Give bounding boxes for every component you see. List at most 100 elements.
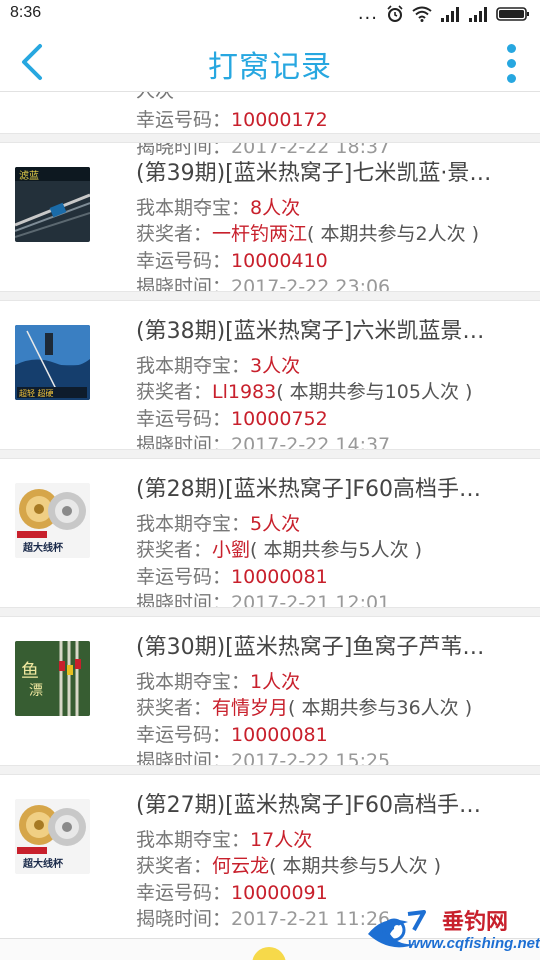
participation-value: 17人次	[250, 829, 313, 851]
divider	[0, 607, 540, 617]
participation-row: 我本期夺宝：1人次	[136, 667, 300, 694]
signal-icon-2	[469, 7, 487, 22]
item-title: (第28期)[蓝米热窝子]F60高档手…	[136, 477, 481, 502]
item-title: (第27期)[蓝米热窝子]F60高档手…	[136, 793, 481, 818]
lucky-row: 幸运号码：10000752	[136, 404, 328, 431]
participation-value: 5人次	[250, 513, 301, 535]
winner-label: 获奖者：	[136, 855, 213, 877]
winner-value: 何云龙	[212, 855, 270, 877]
lucky-row: 幸运号码：10000091	[136, 878, 328, 905]
lucky-value: 10000410	[231, 250, 328, 272]
list-item-partial[interactable]: 人次 幸运号码：10000172 揭晓时间：2017-2-22 18:37	[0, 92, 540, 158]
winner-row: 获奖者：Ll1983( 本期共参与105人次 )	[136, 377, 472, 404]
winner-note: ( 本期共参与5人次 )	[250, 539, 423, 561]
status-bar: 8:36 ...	[0, 0, 540, 30]
lucky-label: 幸运号码：	[136, 250, 232, 272]
status-time: 8:36	[10, 4, 42, 21]
more-dot-2	[506, 59, 516, 68]
item-title: (第30期)[蓝米热窝子]鱼窝子芦苇…	[136, 635, 485, 660]
product-thumbnail: 鱼 漂	[15, 641, 90, 716]
participation-row: 我本期夺宝：17人次	[136, 825, 312, 852]
item-title: (第39期)[蓝米热窝子]七米凯蓝·景…	[136, 161, 492, 186]
list-item[interactable]: 超大线杯 (第27期)[蓝米热窝子]F60高档手… 我本期夺宝：17人次 获奖者…	[0, 775, 540, 930]
svg-text:滤蓝: 滤蓝	[19, 169, 39, 182]
list-item[interactable]: 超大线杯 (第28期)[蓝米热窝子]F60高档手… 我本期夺宝：5人次 获奖者：…	[0, 459, 540, 614]
signal-icon	[441, 7, 459, 22]
svg-text:超轻 超硬: 超轻 超硬	[19, 388, 54, 398]
winner-label: 获奖者：	[136, 381, 213, 403]
divider	[0, 765, 540, 775]
partial-fragment: 人次	[136, 92, 174, 103]
winner-label: 获奖者：	[136, 697, 213, 719]
participation-label: 我本期夺宝：	[136, 513, 251, 535]
product-thumbnail: 超轻 超硬	[15, 325, 90, 400]
lucky-label: 幸运号码：	[136, 882, 232, 904]
participation-value: 8人次	[250, 197, 301, 219]
winner-value: 一杆钓两江	[212, 223, 308, 245]
list-item[interactable]: 鱼 漂 (第30期)[蓝米热窝子]鱼窝子芦苇… 我本期夺宝：1人次 获奖者：有情…	[0, 617, 540, 772]
lucky-value: 10000752	[231, 408, 328, 430]
winner-label: 获奖者：	[136, 223, 213, 245]
winner-value: 有情岁月	[212, 697, 289, 719]
participation-row: 我本期夺宝：5人次	[136, 509, 300, 536]
winner-row: 获奖者：何云龙( 本期共参与5人次 )	[136, 851, 441, 878]
watermark-brand: 垂钓网	[442, 910, 509, 935]
page-title: 打窝记录	[208, 50, 332, 85]
product-thumbnail: 超大线杯	[15, 799, 90, 874]
participation-label: 我本期夺宝：	[136, 671, 251, 693]
thumb-caption: 超大线杯	[22, 857, 64, 870]
more-options-button[interactable]	[504, 44, 518, 84]
divider	[0, 133, 540, 143]
divider	[0, 449, 540, 459]
lucky-row: 幸运号码：10000081	[136, 720, 328, 747]
lucky-value: 10000081	[231, 724, 328, 746]
watermark-url: www.cqfishing.net	[408, 935, 540, 952]
winner-row: 获奖者：有情岁月( 本期共参与36人次 )	[136, 693, 472, 720]
participation-label: 我本期夺宝：	[136, 829, 251, 851]
thumb-caption: 超大线杯	[22, 541, 64, 554]
product-thumbnail: 超大线杯	[15, 483, 90, 558]
record-list[interactable]: 人次 幸运号码：10000172 揭晓时间：2017-2-22 18:37 滤蓝…	[0, 92, 540, 960]
lucky-label: 幸运号码：	[136, 109, 232, 131]
lucky-label: 幸运号码：	[136, 724, 232, 746]
list-item[interactable]: 滤蓝 (第39期)[蓝米热窝子]七米凯蓝·景… 我本期夺宝：8人次 获奖者：一杆…	[0, 143, 540, 298]
status-icons: ...	[358, 5, 530, 23]
lucky-value: 10000172	[231, 109, 328, 131]
lucky-label: 幸运号码：	[136, 566, 232, 588]
list-item[interactable]: 超轻 超硬 (第38期)[蓝米热窝子]六米凯蓝景… 我本期夺宝：3人次 获奖者：…	[0, 301, 540, 456]
avatar	[252, 947, 286, 960]
app-header: 打窝记录	[0, 30, 540, 92]
more-vertical-icon	[506, 44, 516, 53]
winner-value: 小劉	[212, 539, 251, 561]
winner-row: 获奖者：小劉( 本期共参与5人次 )	[136, 535, 422, 562]
participation-label: 我本期夺宝：	[136, 355, 251, 377]
participation-value: 3人次	[250, 355, 301, 377]
alarm-icon	[387, 5, 403, 22]
more-dot-3	[506, 74, 516, 83]
lucky-value: 10000081	[231, 566, 328, 588]
winner-value: Ll1983	[212, 381, 277, 403]
product-thumbnail: 滤蓝	[15, 167, 90, 242]
participation-label: 我本期夺宝：	[136, 197, 251, 219]
winner-note: ( 本期共参与105人次 )	[276, 381, 473, 403]
svg-text:漂: 漂	[29, 683, 43, 699]
divider	[0, 291, 540, 301]
notification-dots-icon: ...	[357, 3, 378, 24]
lucky-row: 幸运号码：10000081	[136, 562, 328, 589]
participation-row: 我本期夺宝：3人次	[136, 351, 300, 378]
reveal-row: 揭晓时间：2017-2-21 11:26	[136, 904, 390, 931]
item-title: (第38期)[蓝米热窝子]六米凯蓝景…	[136, 319, 485, 344]
winner-label: 获奖者：	[136, 539, 213, 561]
svg-text:鱼: 鱼	[21, 661, 39, 682]
participation-row: 我本期夺宝：8人次	[136, 193, 300, 220]
partial-lucky-row: 幸运号码：10000172	[136, 105, 328, 132]
wifi-icon	[412, 6, 432, 22]
battery-icon	[496, 7, 529, 21]
winner-note: ( 本期共参与36人次 )	[288, 697, 473, 719]
lucky-label: 幸运号码：	[136, 408, 232, 430]
participation-value: 1人次	[250, 671, 301, 693]
lucky-value: 10000091	[231, 882, 328, 904]
winner-note: ( 本期共参与5人次 )	[269, 855, 442, 877]
watermark: 垂钓网 www.cqfishing.net	[364, 902, 540, 954]
winner-note: ( 本期共参与2人次 )	[307, 223, 480, 245]
